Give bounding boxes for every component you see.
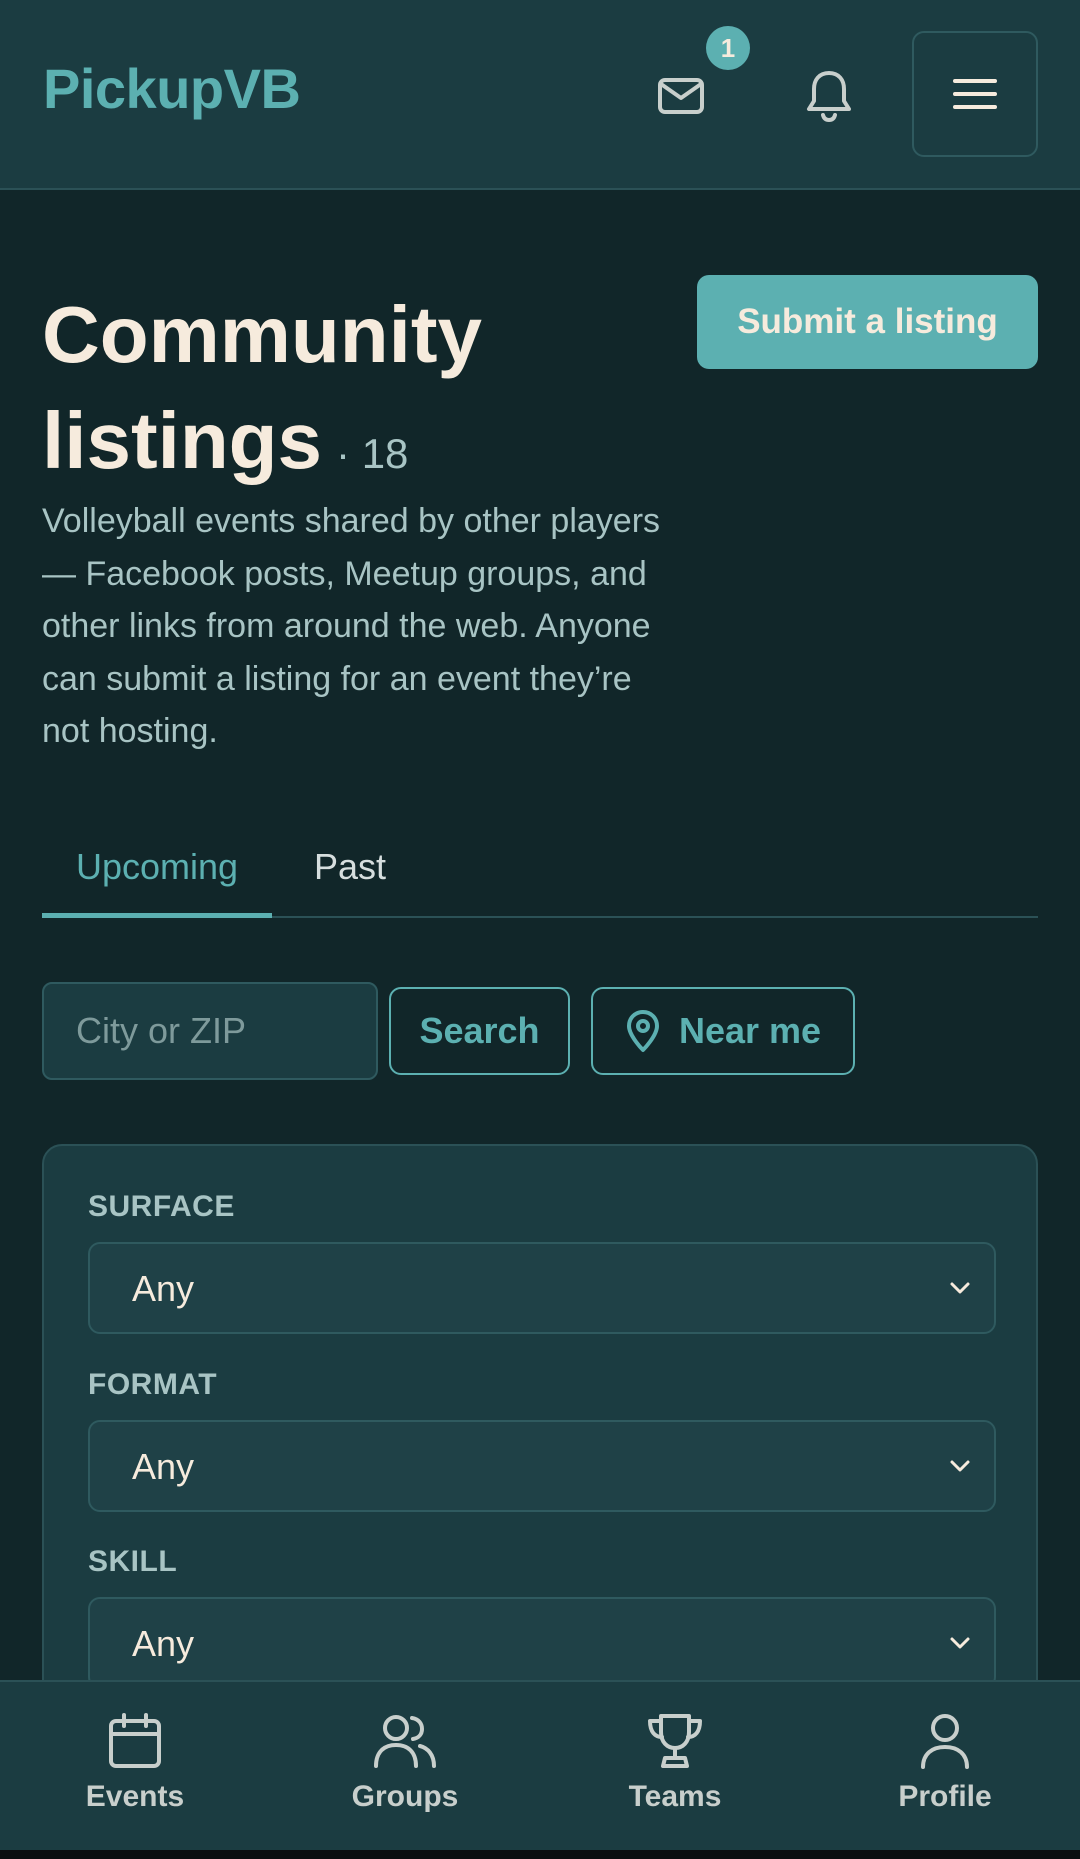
- surface-select-value: Any: [132, 1268, 195, 1309]
- bell-icon: [807, 71, 851, 122]
- skill-select-value: Any: [132, 1623, 195, 1664]
- users-icon: [374, 1715, 436, 1768]
- format-filter-label: FORMAT: [88, 1368, 218, 1401]
- nav-label-events: Events: [85, 1780, 185, 1813]
- user-icon: [921, 1714, 969, 1769]
- mail-icon: [658, 78, 704, 114]
- map-pin-icon: [626, 1010, 659, 1052]
- page-title: Community listings · 18: [42, 282, 662, 507]
- listing-tabs: Upcoming Past: [42, 840, 1038, 918]
- skill-select[interactable]: Any: [88, 1597, 996, 1689]
- hamburger-icon: [953, 79, 997, 109]
- surface-select[interactable]: Any: [88, 1242, 996, 1334]
- nav-item-profile[interactable]: Profile: [810, 1682, 1080, 1852]
- messages-button[interactable]: [640, 55, 722, 137]
- chevron-down-icon: [950, 1460, 970, 1472]
- chevron-down-icon: [950, 1637, 970, 1649]
- tab-past[interactable]: Past: [314, 840, 386, 918]
- nav-label-groups: Groups: [351, 1780, 459, 1813]
- skill-filter-label: SKILL: [88, 1545, 178, 1578]
- near-me-button[interactable]: Near me: [591, 987, 855, 1075]
- listing-count: · 18: [336, 430, 409, 477]
- top-bar: PickupVB 1: [0, 0, 1080, 190]
- nav-item-events[interactable]: Events: [0, 1682, 270, 1852]
- bottom-navigation: Events Groups Teams Profile: [0, 1680, 1080, 1850]
- messages-badge: 1: [706, 26, 750, 70]
- submit-listing-button[interactable]: Submit a listing: [697, 275, 1038, 369]
- page-description: Volleyball events shared by other player…: [42, 502, 661, 750]
- notifications-button[interactable]: [788, 55, 870, 137]
- page-title-text: Community listings: [42, 290, 482, 485]
- surface-filter-label: SURFACE: [88, 1190, 235, 1223]
- format-select[interactable]: Any: [88, 1420, 996, 1512]
- trophy-icon: [648, 1714, 702, 1768]
- city-zip-input[interactable]: [42, 982, 378, 1080]
- near-me-label: Near me: [678, 1010, 822, 1051]
- search-button[interactable]: Search: [389, 987, 570, 1075]
- format-select-value: Any: [132, 1446, 195, 1487]
- nav-item-groups[interactable]: Groups: [270, 1682, 540, 1852]
- calendar-icon: [109, 1713, 161, 1768]
- nav-label-profile: Profile: [898, 1780, 992, 1813]
- tab-upcoming[interactable]: Upcoming: [42, 840, 272, 918]
- nav-label-teams: Teams: [628, 1780, 722, 1813]
- brand-logo[interactable]: PickupVB: [43, 56, 301, 121]
- chevron-down-icon: [950, 1282, 970, 1294]
- menu-button[interactable]: [912, 31, 1038, 157]
- nav-item-teams[interactable]: Teams: [540, 1682, 810, 1852]
- system-gesture-bar: [0, 1850, 1080, 1859]
